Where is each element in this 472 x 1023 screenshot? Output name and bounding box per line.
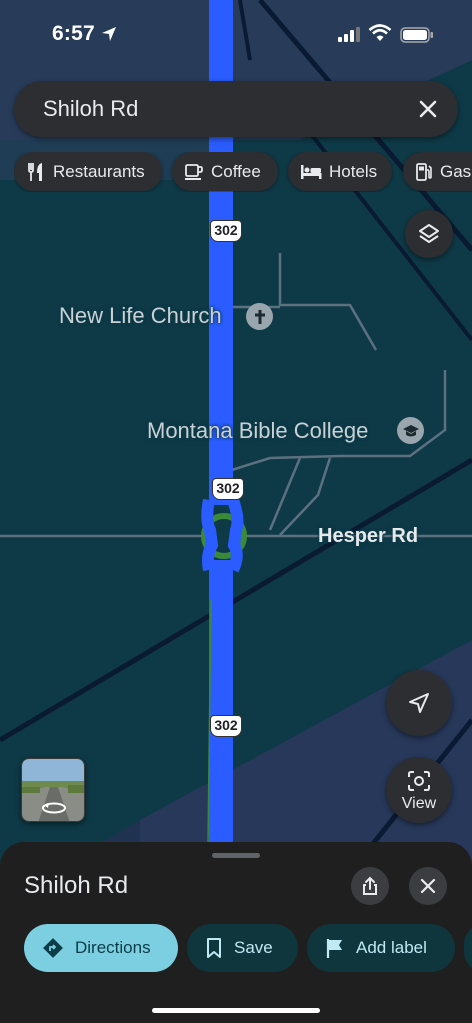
battery-icon [400,27,433,43]
coffee-cup-icon [185,163,203,180]
flag-icon [326,939,342,958]
add-label-label: Add label [356,938,427,957]
route-302-shield: 302 [212,478,244,500]
church-cross-icon[interactable] [246,303,273,330]
share-button[interactable] [351,867,389,905]
close-icon [420,878,436,894]
wifi-icon [368,24,392,41]
road-label-hesper-rd: Hesper Rd [318,525,419,547]
bookmark-icon [207,938,221,958]
place-label-montana-bible-college[interactable]: Montana Bible College [147,418,368,444]
search-bar[interactable]: Shiloh Rd [14,81,458,137]
place-title: Shiloh Rd [24,872,129,899]
navigation-arrow-icon [409,693,429,713]
street-view-thumbnail[interactable] [21,758,85,822]
fork-knife-icon [28,162,42,181]
place-label-new-life-church[interactable]: New Life Church [59,303,222,329]
layers-icon [419,224,439,243]
place-bottom-sheet[interactable]: Shiloh Rd Directions Save Add label [0,842,472,1023]
view-lens-button[interactable]: View [386,757,452,823]
more-actions-button[interactable] [464,924,472,972]
save-button[interactable]: Save [187,924,298,972]
route-302-shield: 302 [210,220,242,242]
bed-icon [301,164,322,179]
chip-coffee[interactable]: Coffee [172,152,278,191]
directions-button[interactable]: Directions [24,924,178,972]
chip-label: Coffee [211,161,261,181]
sheet-drag-handle[interactable] [212,853,260,858]
status-bar: 6:57 [0,0,472,70]
share-icon [363,876,377,895]
clear-search-icon[interactable] [416,97,440,121]
category-chips: Restaurants Coffee Hotels Gas [14,152,472,192]
chip-restaurants[interactable]: Restaurants [14,152,162,191]
chip-label: Gas [440,161,472,181]
status-time: 6:57 [52,22,95,45]
cellular-signal-icon [338,27,360,42]
chip-gas[interactable]: Gas [403,152,472,191]
location-arrow-icon [102,27,116,41]
home-indicator[interactable] [152,1008,320,1013]
chip-label: Restaurants [53,161,145,181]
gas-pump-icon [416,162,432,181]
chip-hotels[interactable]: Hotels [288,152,392,191]
action-buttons: Directions Save Add label [24,924,472,974]
directions-label: Directions [75,938,151,957]
directions-icon [43,938,63,958]
route-302-shield: 302 [210,715,242,737]
camera-lens-icon [408,771,430,791]
save-label: Save [234,938,273,957]
close-sheet-button[interactable] [409,867,447,905]
graduation-cap-icon[interactable] [397,417,424,444]
view-label: View [401,795,437,812]
rotate-360-icon [42,802,66,814]
add-label-button[interactable]: Add label [307,924,455,972]
my-location-button[interactable] [386,670,452,736]
search-query-text[interactable]: Shiloh Rd [43,96,138,122]
chip-label: Hotels [329,161,378,181]
layers-button[interactable] [405,210,453,258]
